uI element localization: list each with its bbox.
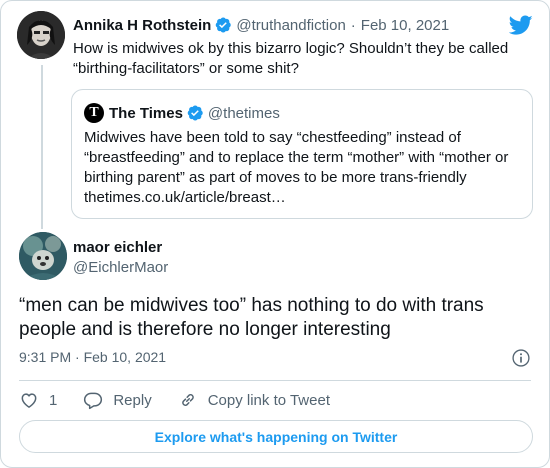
tweet-actions-bar: 1 Reply Copy link to Tweet (19, 389, 356, 411)
avatar-photo-icon (19, 232, 67, 280)
link-icon (181, 394, 194, 406)
avatar-annika[interactable] (17, 11, 65, 59)
quoted-tweet-header: T The Times @thetimes (84, 103, 280, 123)
copy-link-button[interactable]: Copy link to Tweet (178, 390, 330, 410)
original-tweet-text: How is midwives ok by this bizarro logic… (73, 40, 509, 77)
heart-icon (21, 393, 37, 408)
explore-twitter-button[interactable]: Explore what's happening on Twitter (19, 420, 533, 453)
reply-bubble-icon (84, 392, 103, 410)
thread-connector-line (41, 65, 43, 229)
quoted-tweet-card[interactable]: T The Times @thetimes Midwives have been… (71, 89, 533, 219)
avatar-portrait-icon (17, 11, 65, 59)
quoted-tweet-body: Midwives have been told to say “chestfee… (84, 128, 524, 208)
like-count: 1 (49, 391, 58, 409)
main-author-name[interactable]: maor eichler (73, 238, 168, 258)
the-times-logo-icon: T (84, 103, 104, 123)
actions-divider (19, 380, 531, 381)
quoted-author-name: The Times (109, 104, 183, 122)
original-tweet-date[interactable]: Feb 10, 2021 (361, 17, 449, 34)
tweet-timestamp[interactable]: 9:31 PM · Feb 10, 2021 (19, 349, 166, 365)
reply-label: Reply (113, 391, 152, 409)
quoted-tweet-link[interactable]: thetimes.co.uk/article/breast… (84, 189, 286, 206)
copy-link-label: Copy link to Tweet (207, 391, 330, 409)
original-author-name[interactable]: Annika H Rothstein (73, 17, 211, 34)
quoted-tweet-text: Midwives have been told to say “chestfee… (84, 129, 509, 186)
original-tweet-header: Annika H Rothstein @truthandfiction · Fe… (73, 15, 449, 35)
header-separator: · (350, 16, 356, 34)
main-tweet-header: maor eichler @EichlerMaor (73, 238, 168, 278)
quoted-author-handle: @thetimes (207, 104, 280, 122)
reply-button[interactable]: Reply (83, 390, 152, 410)
original-author-handle[interactable]: @truthandfiction (236, 17, 345, 34)
info-icon[interactable] (511, 348, 531, 368)
verified-badge-icon (216, 17, 232, 33)
like-button[interactable]: 1 (19, 390, 57, 410)
avatar-maor[interactable] (19, 232, 67, 280)
embedded-tweet-card: Annika H Rothstein @truthandfiction · Fe… (0, 0, 550, 468)
main-tweet-text: “men can be midwives too” has nothing to… (19, 295, 484, 340)
main-author-handle[interactable]: @EichlerMaor (73, 258, 168, 278)
verified-badge-icon (187, 105, 203, 121)
twitter-bird-icon[interactable] (509, 13, 533, 37)
